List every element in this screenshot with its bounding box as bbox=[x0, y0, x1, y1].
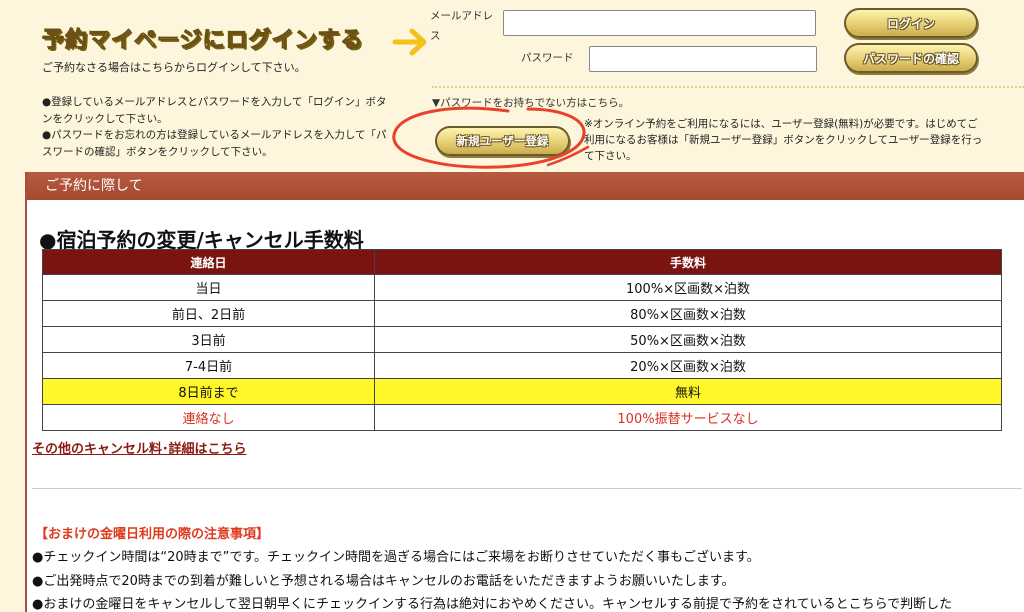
table-row: 7-4日前 20%×区画数×泊数 bbox=[42, 352, 1002, 379]
table-cell: 無料 bbox=[374, 378, 1002, 405]
friday-notice-item: ●チェックイン時間は“20時まで”です。チェックイン時間を過ぎる場合にはご来場を… bbox=[32, 550, 760, 565]
password-label: パスワード bbox=[521, 52, 574, 64]
password-input[interactable] bbox=[589, 46, 817, 72]
table-cell: 前日、2日前 bbox=[42, 300, 375, 327]
login-note-forgot-password: ●パスワードをお忘れの方は登録しているメールアドレスを入力して「パスワードの確認… bbox=[42, 129, 387, 158]
table-row: 当日 100%×区画数×泊数 bbox=[42, 274, 1002, 301]
table-row-no-contact: 連絡なし 100%振替サービスなし bbox=[42, 404, 1002, 431]
table-cell: 8日前まで bbox=[42, 378, 375, 405]
section-divider bbox=[32, 488, 1022, 489]
email-label: メールアドレス bbox=[430, 10, 493, 42]
table-row: 3日前 50%×区画数×泊数 bbox=[42, 326, 1002, 353]
login-note-email: ●登録しているメールアドレスとパスワードを入力して「ログイン」ボタンをクリックし… bbox=[42, 96, 387, 125]
new-user-register-button[interactable]: 新規ユーザー登録 bbox=[435, 126, 570, 156]
table-cell: 100%振替サービスなし bbox=[374, 404, 1002, 431]
password-confirm-button[interactable]: パスワードの確認 bbox=[844, 43, 978, 73]
table-cell: 3日前 bbox=[42, 326, 375, 353]
cancellation-fee-table: 連絡日 手数料 当日 100%×区画数×泊数 前日、2日前 80%×区画数×泊数… bbox=[42, 249, 1002, 431]
more-cancellation-details-link[interactable]: その他のキャンセル料･詳細はこちら bbox=[32, 438, 247, 457]
table-row-highlighted: 8日前まで 無料 bbox=[42, 378, 1002, 405]
table-header-row: 連絡日 手数料 bbox=[42, 249, 1002, 275]
table-cell: 20%×区画数×泊数 bbox=[374, 352, 1002, 379]
column-header-fee: 手数料 bbox=[374, 249, 1002, 275]
login-button[interactable]: ログイン bbox=[844, 8, 978, 38]
arrow-right-icon bbox=[392, 28, 427, 56]
friday-notice-heading: 【おまけの金曜日利用の際の注意事項】 bbox=[35, 527, 270, 542]
friday-notice-item: ●おまけの金曜日をキャンセルして翌日朝早くにチェックインする行為は絶対におやめく… bbox=[32, 597, 953, 612]
register-note: ※オンライン予約をご利用になるには、ユーザー登録(無料)が必要です。はじめてご利… bbox=[584, 118, 983, 162]
reservation-info-panel: ご予約に際して ●宿泊予約の変更/キャンセル手数料 連絡日 手数料 当日 100… bbox=[25, 172, 1024, 612]
email-input[interactable] bbox=[503, 10, 816, 36]
table-row: 前日、2日前 80%×区画数×泊数 bbox=[42, 300, 1002, 327]
no-password-text: ▼パスワードをお持ちでない方はこちら。 bbox=[432, 97, 630, 109]
table-cell: 連絡なし bbox=[42, 404, 375, 431]
dotted-divider bbox=[432, 86, 1024, 88]
table-cell: 100%×区画数×泊数 bbox=[374, 274, 1002, 301]
table-cell: 50%×区画数×泊数 bbox=[374, 326, 1002, 353]
friday-notice-item: ●ご出発時点で20時までの到着が難しいと予想される場合はキャンセルのお電話をいた… bbox=[32, 574, 735, 589]
column-header-contact-day: 連絡日 bbox=[42, 249, 375, 275]
login-title: 予約マイページにログインする bbox=[42, 28, 364, 54]
table-cell: 7-4日前 bbox=[42, 352, 375, 379]
table-cell: 80%×区画数×泊数 bbox=[374, 300, 1002, 327]
table-cell: 当日 bbox=[42, 274, 375, 301]
login-subtitle: ご予約なさる場合はこちらからログインして下さい。 bbox=[42, 61, 306, 74]
panel-header: ご予約に際して bbox=[27, 172, 1024, 200]
